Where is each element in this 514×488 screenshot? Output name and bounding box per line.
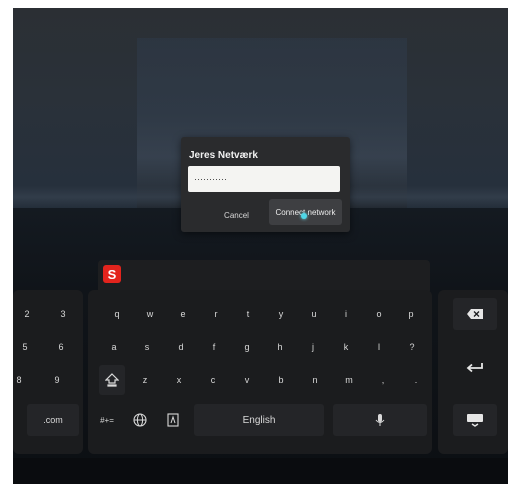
backspace-key[interactable]	[453, 298, 497, 330]
microphone-icon	[375, 414, 385, 426]
symbols-key[interactable]: #+=	[93, 406, 121, 434]
globe-icon	[133, 413, 147, 427]
shift-key[interactable]	[99, 365, 125, 395]
key-l[interactable]: l	[367, 332, 391, 362]
key-w[interactable]: w	[138, 299, 162, 329]
hide-keyboard-icon	[467, 414, 483, 427]
vr-environment: Jeres Netværk Cancel Connect network S 2…	[13, 8, 508, 484]
key-dotcom[interactable]: .com	[27, 404, 79, 436]
key-s[interactable]: s	[135, 332, 159, 362]
key-d[interactable]: d	[169, 332, 193, 362]
enter-icon	[466, 363, 483, 373]
key-v[interactable]: v	[235, 365, 259, 395]
key-8[interactable]: 8	[13, 365, 31, 395]
wifi-password-dialog: Jeres Netværk Cancel Connect network	[181, 137, 350, 232]
key-c[interactable]: c	[201, 365, 225, 395]
key-k[interactable]: k	[334, 332, 358, 362]
key-comma[interactable]: ,	[371, 365, 395, 395]
key-g[interactable]: g	[235, 332, 259, 362]
key-h[interactable]: h	[268, 332, 292, 362]
key-z[interactable]: z	[133, 365, 157, 395]
key-o[interactable]: o	[367, 299, 391, 329]
key-i[interactable]: i	[334, 299, 358, 329]
pointer-cursor	[301, 213, 307, 219]
key-3[interactable]: 3	[51, 299, 75, 329]
key-period[interactable]: .	[404, 365, 428, 395]
password-field[interactable]	[188, 166, 340, 192]
shift-icon	[105, 373, 119, 387]
key-u[interactable]: u	[302, 299, 326, 329]
space-key[interactable]: English	[194, 404, 324, 436]
key-x[interactable]: x	[167, 365, 191, 395]
key-b[interactable]: b	[269, 365, 293, 395]
connect-button[interactable]: Connect network	[269, 199, 342, 225]
key-n[interactable]: n	[303, 365, 327, 395]
swiftkey-logo: S	[103, 265, 121, 283]
clipboard-icon	[167, 413, 179, 427]
key-e[interactable]: e	[171, 299, 195, 329]
key-a[interactable]: a	[102, 332, 126, 362]
key-r[interactable]: r	[204, 299, 228, 329]
key-5[interactable]: 5	[13, 332, 37, 362]
key-y[interactable]: y	[269, 299, 293, 329]
key-question[interactable]: ?	[400, 332, 424, 362]
clipboard-key[interactable]	[159, 406, 187, 434]
cancel-button[interactable]: Cancel	[214, 206, 259, 225]
backspace-icon	[467, 309, 483, 319]
key-t[interactable]: t	[236, 299, 260, 329]
key-6[interactable]: 6	[49, 332, 73, 362]
key-m[interactable]: m	[337, 365, 361, 395]
microphone-key[interactable]	[333, 404, 427, 436]
key-9[interactable]: 9	[45, 365, 69, 395]
key-q[interactable]: q	[105, 299, 129, 329]
globe-key[interactable]	[126, 406, 154, 434]
key-j[interactable]: j	[301, 332, 325, 362]
key-p[interactable]: p	[399, 299, 423, 329]
enter-key[interactable]	[453, 346, 497, 390]
dialog-title: Jeres Netværk	[189, 150, 258, 161]
key-2[interactable]: 2	[15, 299, 39, 329]
bottom-strip	[13, 458, 508, 484]
keyboard-suggestion-bar	[98, 260, 430, 294]
hide-keyboard-key[interactable]	[453, 404, 497, 436]
key-f[interactable]: f	[202, 332, 226, 362]
